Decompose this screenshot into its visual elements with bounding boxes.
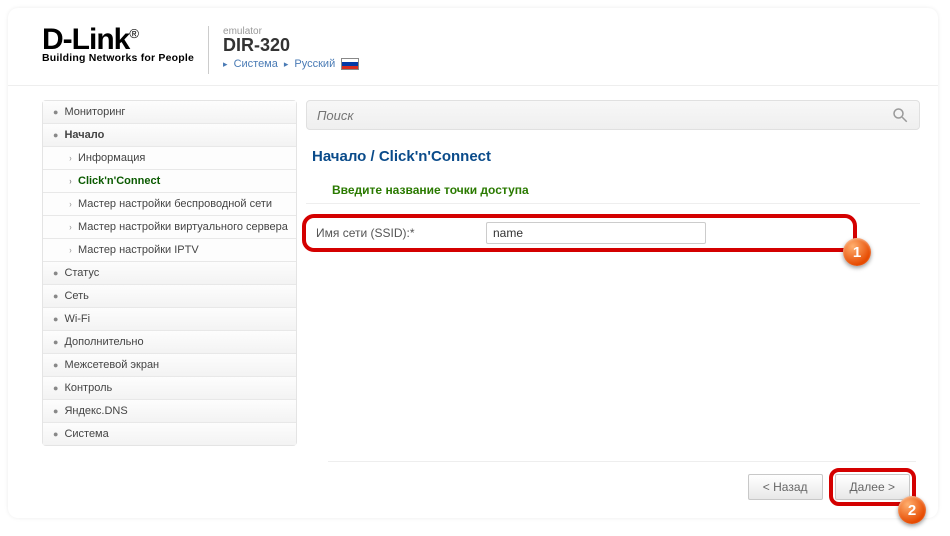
chevron-right-icon: › [69, 176, 71, 186]
sidebar-item-label: Система [64, 428, 108, 440]
chevron-right-icon: › [69, 245, 71, 255]
search-icon [891, 106, 909, 124]
sidebar-item-advanced[interactable]: ● Дополнительно [43, 331, 296, 354]
ssid-field-group: Имя сети (SSID):* 1 [302, 214, 857, 252]
divider [208, 26, 209, 74]
sidebar-item-label: Мастер настройки IPTV [78, 244, 199, 256]
ssid-label: Имя сети (SSID):* [316, 226, 486, 240]
chevron-right-icon: ▸ [223, 59, 228, 70]
annotation-badge-1: 1 [843, 238, 871, 266]
device-name: DIR-320 [223, 35, 359, 56]
bullet-icon: ● [53, 337, 58, 347]
back-button[interactable]: < Назад [748, 474, 823, 500]
annotation-badge-2: 2 [898, 496, 926, 524]
bullet-icon: ● [53, 429, 58, 439]
bullet-icon: ● [53, 268, 58, 278]
sidebar-item-network[interactable]: ● Сеть [43, 285, 296, 308]
logo: D-Link® Building Networks for People [42, 26, 194, 64]
sidebar-item-label: Яндекс.DNS [64, 405, 127, 417]
sidebar-item-firewall[interactable]: ● Межсетевой экран [43, 354, 296, 377]
main-content: Начало / Click'n'Connect Введите названи… [298, 100, 938, 446]
search-input[interactable] [317, 108, 891, 123]
footer-buttons: < Назад Далее > 2 [748, 468, 916, 506]
search-bar[interactable] [306, 100, 920, 130]
system-link[interactable]: Система [234, 58, 278, 70]
tagline: Building Networks for People [42, 52, 194, 64]
sidebar-item-label: Дополнительно [64, 336, 143, 348]
sidebar-sub-vserver[interactable]: › Мастер настройки виртуального сервера [43, 216, 296, 239]
sidebar-sub-iptv[interactable]: › Мастер настройки IPTV [43, 239, 296, 262]
chevron-right-icon: › [69, 153, 71, 163]
sidebar-item-label: Информация [78, 152, 145, 164]
flag-ru-icon [341, 58, 359, 70]
sidebar-item-start[interactable]: ● Начало [43, 124, 296, 147]
sidebar-item-label: Статус [64, 267, 99, 279]
bullet-icon: ● [53, 107, 58, 117]
chevron-right-icon: ▸ [284, 59, 289, 70]
sidebar-item-control[interactable]: ● Контроль [43, 377, 296, 400]
bullet-icon: ● [53, 406, 58, 416]
bullet-icon: ● [53, 360, 58, 370]
sidebar-sub-wireless[interactable]: › Мастер настройки беспроводной сети [43, 193, 296, 216]
chevron-right-icon: › [69, 199, 71, 209]
bullet-icon: ● [53, 130, 58, 140]
breadcrumb: Начало / Click'n'Connect [306, 148, 920, 165]
sidebar-item-status[interactable]: ● Статус [43, 262, 296, 285]
section-title: Введите название точки доступа [332, 183, 920, 197]
sidebar-item-monitoring[interactable]: ● Мониторинг [43, 101, 296, 124]
next-highlight: Далее > 2 [829, 468, 917, 506]
bullet-icon: ● [53, 314, 58, 324]
sidebar-item-label: Click'n'Connect [78, 175, 160, 187]
sidebar-sub-info[interactable]: › Информация [43, 147, 296, 170]
sidebar-item-label: Контроль [64, 382, 112, 394]
ssid-input[interactable] [486, 222, 706, 244]
sidebar-sub-clicknconnect[interactable]: › Click'n'Connect [43, 170, 296, 193]
bullet-icon: ● [53, 383, 58, 393]
language-link[interactable]: Русский [294, 58, 335, 70]
sidebar-item-label: Мастер настройки виртуального сервера [78, 221, 288, 233]
sidebar-item-label: Мастер настройки беспроводной сети [78, 198, 272, 210]
sidebar-item-label: Сеть [64, 290, 88, 302]
bullet-icon: ● [53, 291, 58, 301]
next-button[interactable]: Далее > [835, 474, 911, 500]
sidebar-item-system[interactable]: ● Система [43, 423, 296, 445]
header: D-Link® Building Networks for People emu… [8, 8, 938, 86]
chevron-right-icon: › [69, 222, 71, 232]
sidebar-item-label: Wi-Fi [64, 313, 90, 325]
sidebar: ● Мониторинг ● Начало › Информация › Click'n… [8, 100, 298, 446]
divider [328, 461, 916, 462]
sidebar-item-label: Начало [64, 129, 104, 141]
sidebar-item-yandexdns[interactable]: ● Яндекс.DNS [43, 400, 296, 423]
sidebar-item-label: Мониторинг [64, 106, 125, 118]
divider [306, 203, 920, 204]
sidebar-item-wifi[interactable]: ● Wi-Fi [43, 308, 296, 331]
sidebar-item-label: Межсетевой экран [64, 359, 159, 371]
